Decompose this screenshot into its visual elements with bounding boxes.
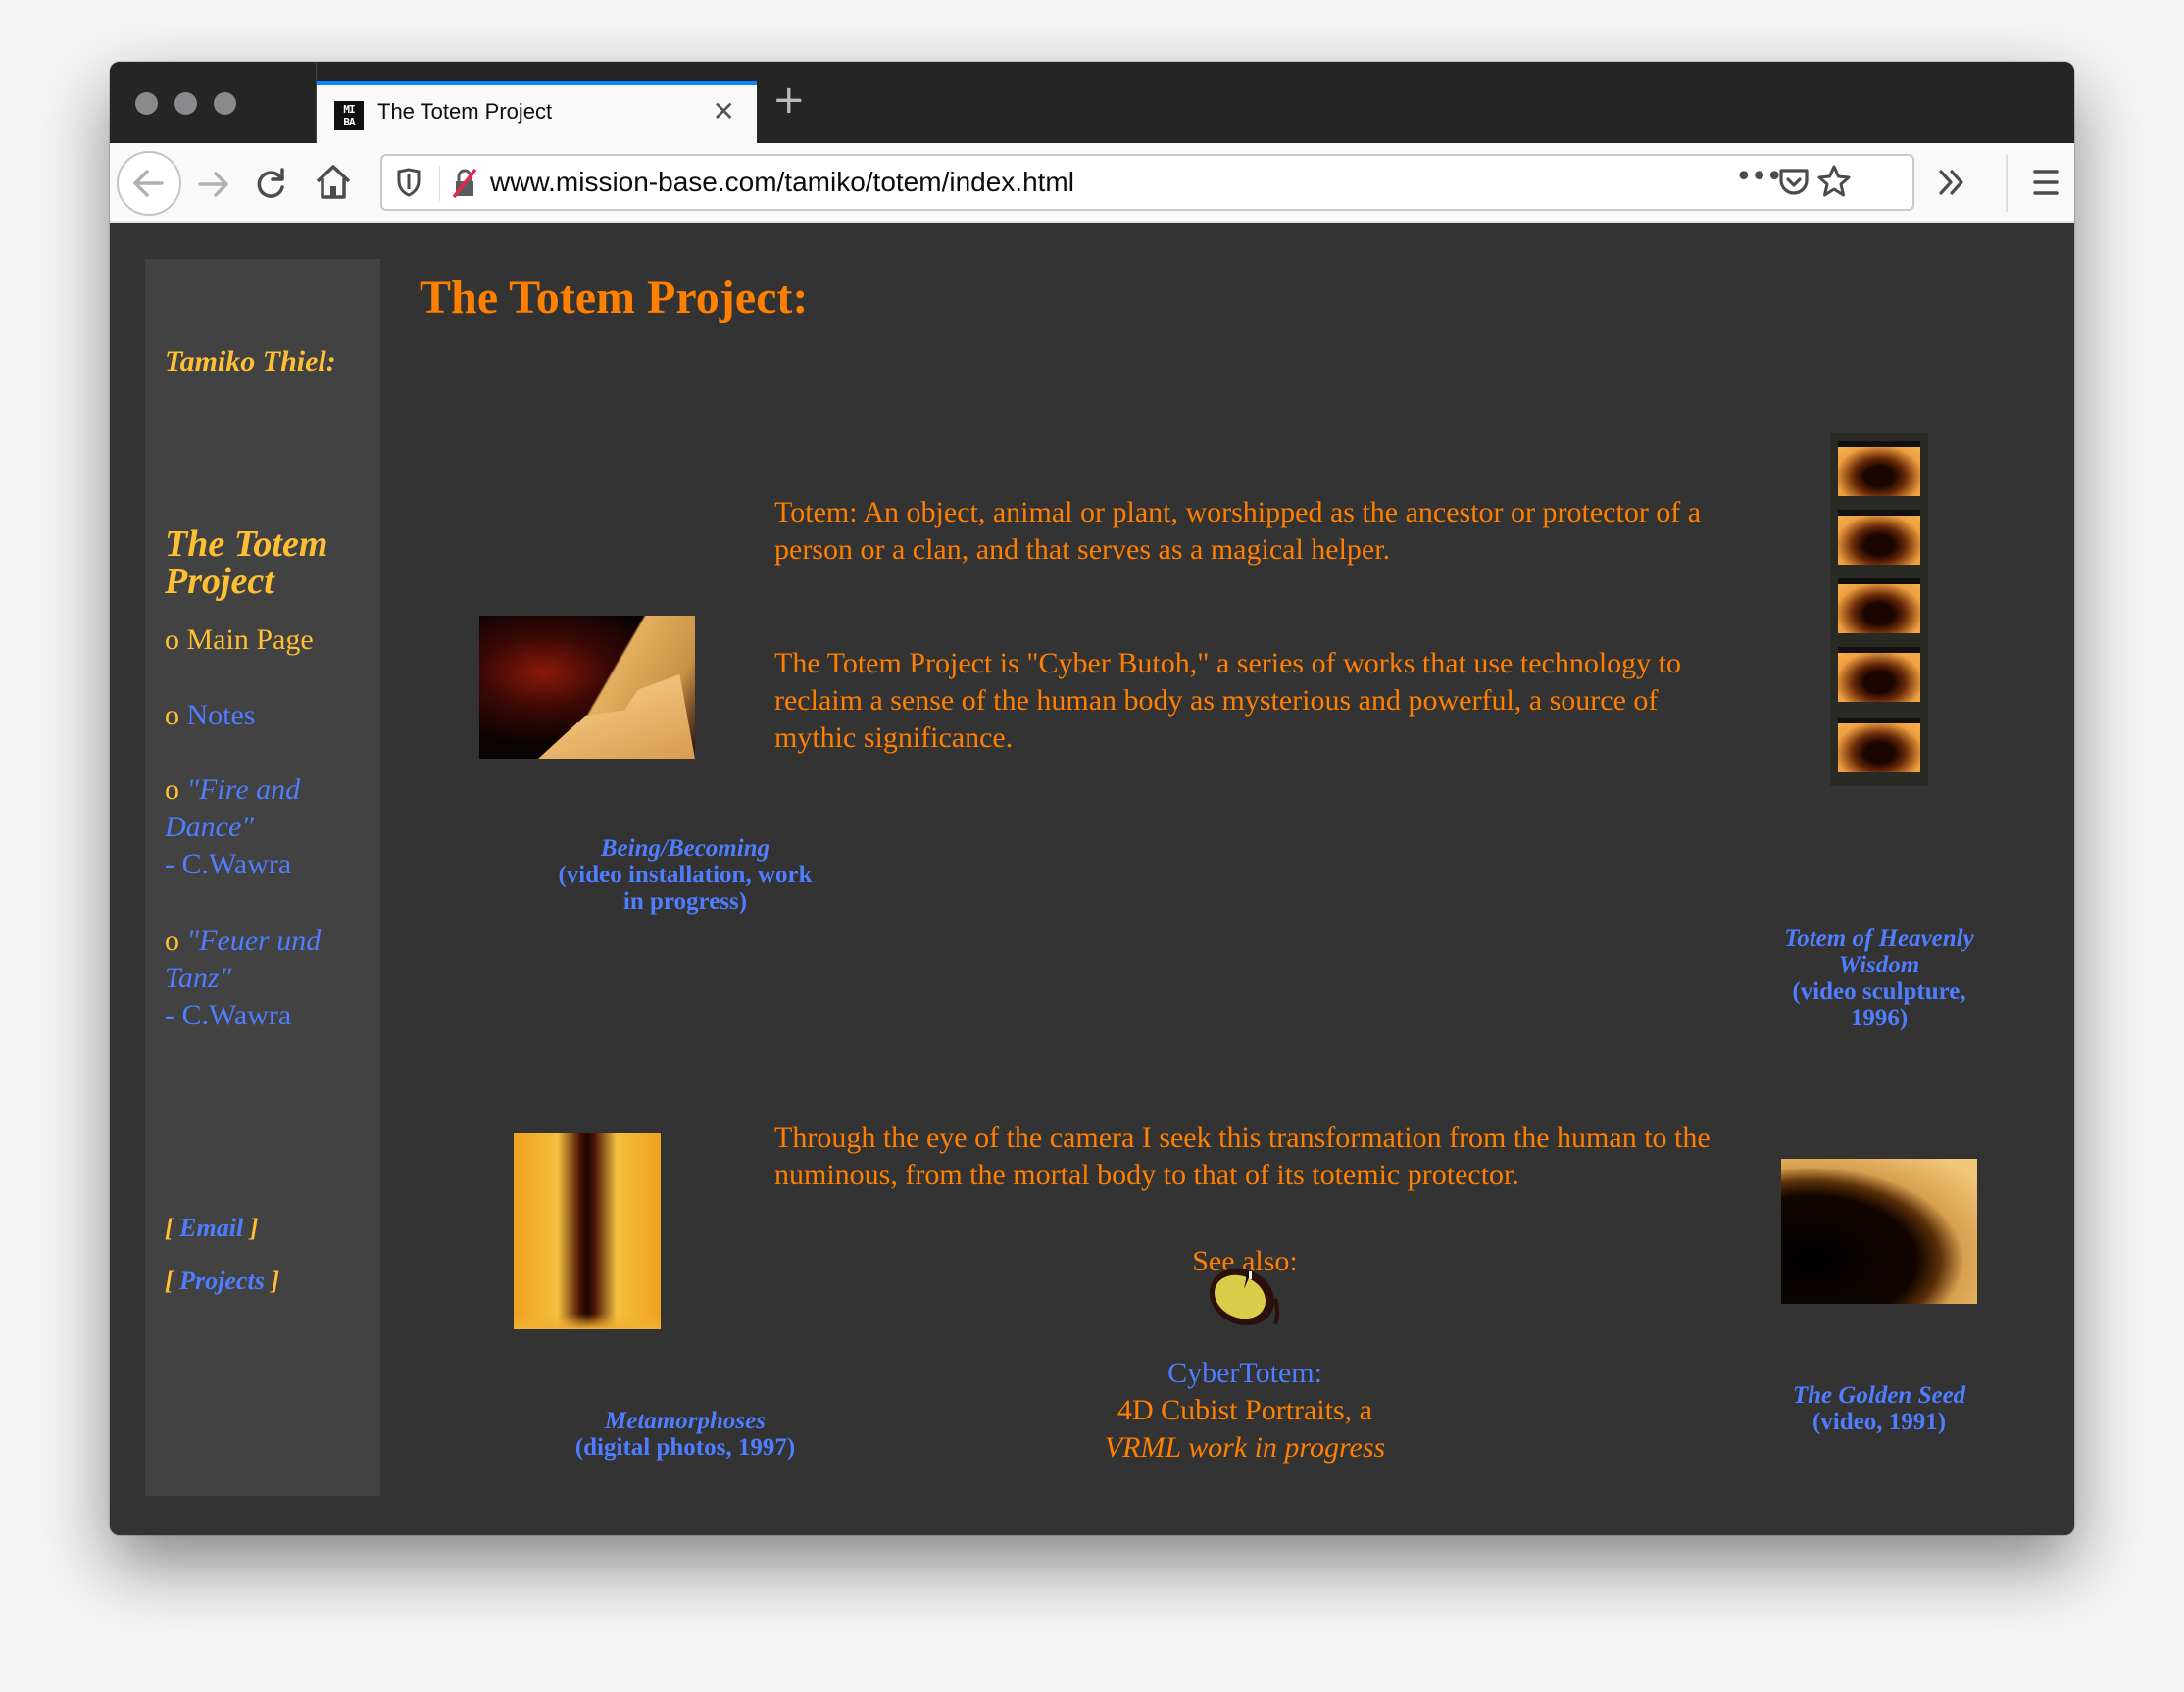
bullet: o [165, 924, 179, 957]
cybertotem-block[interactable]: CyberTotem: 4D Cubist Portraits, a VRML … [774, 1355, 1715, 1467]
window-zoom-dot[interactable] [214, 92, 236, 115]
bullet: o [165, 699, 179, 731]
sidebar-item-feuer-und-tanz[interactable]: o "Feuer und Tanz" - C.Wawra [165, 922, 321, 1034]
being-becoming-image[interactable] [479, 616, 695, 759]
sidebar-item-notes[interactable]: o Notes [165, 697, 256, 734]
sidebar-email[interactable]: [ Email ] [165, 1210, 258, 1247]
totem-frame [1838, 647, 1920, 702]
toolbar-divider [2006, 155, 2008, 212]
tracking-shield-icon[interactable] [396, 168, 422, 197]
sidebar-author: Tamiko Thiel: [165, 345, 336, 377]
totem-frame [1838, 510, 1920, 565]
golden-seed-image[interactable] [1781, 1159, 1977, 1304]
sidebar-item-label: Main Page [186, 623, 314, 656]
work-title[interactable]: Being/Becoming [601, 835, 769, 862]
sidebar-link-feuer-und-tanz-author[interactable]: - C.Wawra [165, 999, 291, 1031]
sidebar-link-fire-and-dance-author[interactable]: - C.Wawra [165, 848, 291, 880]
page-content: Tamiko Thiel: The Totem Project o Main P… [110, 224, 2074, 1535]
browser-window: MI BA The Totem Project ✕ + www.mission-… [110, 62, 2074, 1535]
sidebar: Tamiko Thiel: The Totem Project o Main P… [145, 259, 380, 1496]
url-bar[interactable]: www.mission-base.com/tamiko/totem/index.… [380, 154, 1914, 211]
sidebar-link-feuer-und-tanz[interactable]: "Feuer und [187, 924, 322, 957]
back-arrow-icon [133, 170, 164, 197]
forward-arrow-icon[interactable] [194, 165, 233, 204]
window-close-dot[interactable] [135, 92, 158, 115]
being-becoming-caption[interactable]: Being/Becoming (video installation, work… [538, 835, 832, 915]
sidebar-item-fire-and-dance[interactable]: o "Fire and Dance" - C.Wawra [165, 771, 300, 883]
back-button[interactable] [117, 151, 181, 216]
work-title[interactable]: Totem of Heavenly [1784, 925, 1973, 952]
new-tab-icon[interactable]: + [772, 75, 806, 124]
pocket-icon[interactable] [1777, 166, 1811, 199]
paragraph-totem-definition: Totem: An object, animal or plant, worsh… [774, 496, 1702, 566]
sidebar-link-notes[interactable]: Notes [187, 699, 256, 731]
nav-toolbar: www.mission-base.com/tamiko/totem/index.… [110, 143, 2074, 223]
url-text[interactable]: www.mission-base.com/tamiko/totem/index.… [490, 167, 1074, 198]
golden-seed-caption[interactable]: The Golden Seed (video, 1991) [1757, 1382, 2002, 1435]
cybertotem-eye-image[interactable] [1201, 1260, 1294, 1328]
totem-frame [1838, 441, 1920, 496]
totem-of-heavenly-wisdom-image[interactable] [1830, 433, 1928, 786]
paragraph-camera: Through the eye of the camera I seek thi… [774, 1121, 1711, 1191]
sidebar-link-fire-and-dance-cont[interactable]: Dance" [165, 811, 254, 843]
insecure-lock-icon[interactable] [451, 168, 478, 199]
totem-frame [1838, 718, 1920, 772]
sidebar-projects[interactable]: [ Projects ] [165, 1263, 279, 1300]
url-separator [439, 166, 440, 201]
tab-title: The Totem Project [377, 99, 553, 124]
reload-icon[interactable] [251, 164, 290, 203]
sidebar-section-title: The Totem Project [165, 523, 328, 602]
tab-active[interactable]: MI BA The Totem Project ✕ [317, 81, 757, 143]
window-minimize-dot[interactable] [174, 92, 197, 115]
email-link[interactable]: Email [179, 1214, 243, 1242]
cybertotem-link[interactable]: CyberTotem: [1167, 1357, 1322, 1389]
overflow-chevron-icon[interactable] [1937, 165, 1968, 200]
work-title[interactable]: The Golden Seed [1793, 1382, 1965, 1409]
bullet: o [165, 773, 179, 806]
tab-bar: MI BA The Totem Project ✕ + [110, 62, 2074, 143]
sidebar-link-fire-and-dance[interactable]: "Fire and [187, 773, 301, 806]
page-title: The Totem Project: [420, 272, 809, 323]
home-icon[interactable] [314, 162, 353, 203]
favicon-icon: MI BA [334, 101, 364, 130]
work-title[interactable]: Metamorphoses [605, 1408, 766, 1434]
bullet: o [165, 623, 179, 656]
tab-close-icon[interactable]: ✕ [713, 95, 735, 127]
paragraph-cyber-butoh: The Totem Project is "Cyber Butoh," a se… [774, 647, 1682, 754]
bookmark-star-icon[interactable] [1816, 164, 1852, 199]
totem-frame [1838, 578, 1920, 633]
sidebar-link-feuer-und-tanz-cont[interactable]: Tanz" [165, 962, 231, 994]
page-actions-icon[interactable]: ••• [1735, 160, 1783, 194]
hamburger-menu-icon[interactable] [2033, 167, 2059, 198]
projects-link[interactable]: Projects [179, 1267, 265, 1295]
sidebar-item-main-page[interactable]: o Main Page [165, 622, 314, 659]
totem-of-heavenly-wisdom-caption[interactable]: Totem of Heavenly Wisdom (video sculptur… [1757, 925, 2002, 1031]
metamorphoses-image[interactable] [514, 1133, 661, 1329]
